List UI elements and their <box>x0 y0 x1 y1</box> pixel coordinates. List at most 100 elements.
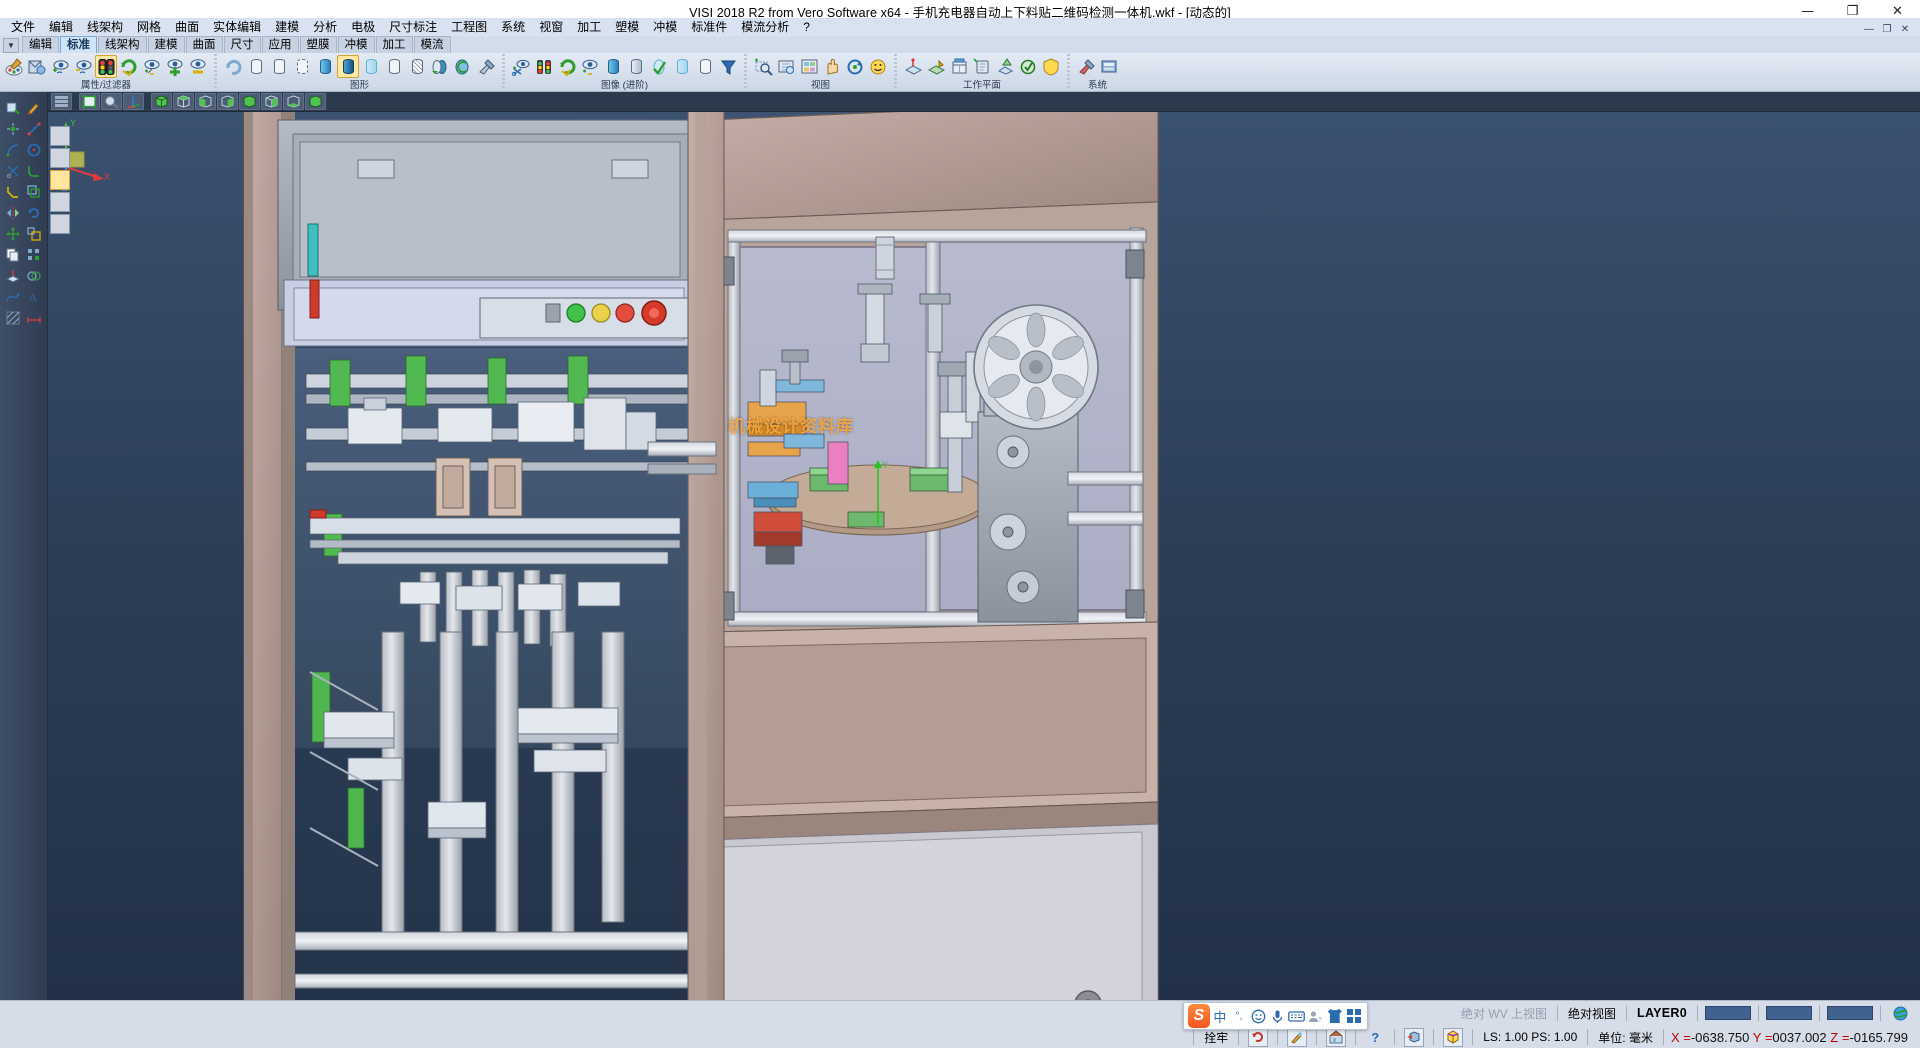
mdi-minimize-button[interactable]: — <box>1862 24 1876 35</box>
axis-icon[interactable] <box>123 93 144 110</box>
ime-skin-icon[interactable] <box>1326 1006 1344 1026</box>
wireframe-shade-icon[interactable] <box>245 55 267 78</box>
view-right-icon[interactable] <box>217 93 238 110</box>
ime-voice-icon[interactable] <box>1268 1006 1286 1026</box>
line-icon[interactable] <box>24 119 43 138</box>
hide-entity-icon[interactable] <box>72 55 94 78</box>
view-iso-icon[interactable] <box>151 93 172 110</box>
view-back-icon[interactable] <box>261 93 282 110</box>
snap-help-icon[interactable]: ? <box>1365 1028 1385 1047</box>
rotate-entity-icon[interactable] <box>24 203 43 222</box>
canvas-tool-1-icon[interactable] <box>50 126 70 146</box>
menu-electrode[interactable]: 电极 <box>344 19 382 36</box>
transparent-icon[interactable] <box>360 55 382 78</box>
show-entity-icon[interactable] <box>49 55 71 78</box>
ime-mode-label[interactable]: 中 <box>1211 1006 1229 1026</box>
menu-surface[interactable]: 曲面 <box>168 19 206 36</box>
fillet-icon[interactable] <box>24 161 43 180</box>
workplane-align-icon[interactable] <box>971 55 993 78</box>
view-top-icon[interactable] <box>173 93 194 110</box>
menu-edit[interactable]: 编辑 <box>42 19 80 36</box>
canvas-tool-2-icon[interactable] <box>50 148 70 168</box>
zoom-dynamic-icon[interactable] <box>101 93 122 110</box>
shade-mode-4-icon[interactable] <box>671 55 693 78</box>
menu-solid-edit[interactable]: 实体编辑 <box>206 19 268 36</box>
globe-icon[interactable] <box>1890 1004 1910 1023</box>
menu-modeling[interactable]: 建模 <box>268 19 306 36</box>
workplane-shield-icon[interactable] <box>1040 55 1062 78</box>
pan-icon[interactable] <box>821 55 843 78</box>
mdi-close-button[interactable]: ✕ <box>1898 24 1912 35</box>
workplane-define-icon[interactable] <box>902 55 924 78</box>
tab-surface[interactable]: 曲面 <box>186 36 223 53</box>
menu-help[interactable]: ? <box>796 19 817 36</box>
spline-icon[interactable] <box>3 287 22 306</box>
snap-magic-icon[interactable] <box>1287 1028 1307 1047</box>
copy-entity-icon[interactable] <box>3 245 22 264</box>
mdi-restore-button[interactable]: ❐ <box>1880 24 1894 35</box>
regen-icon[interactable] <box>222 55 244 78</box>
dynamic-shade-icon[interactable] <box>429 55 451 78</box>
workplane-reset-icon[interactable] <box>1017 55 1039 78</box>
snap-refresh-icon[interactable] <box>1248 1028 1268 1047</box>
rotate-view-icon[interactable] <box>844 55 866 78</box>
snap-cube-magenta-icon[interactable] <box>1443 1028 1463 1047</box>
tab-edit[interactable]: 编辑 <box>22 36 59 53</box>
intersect-icon[interactable] <box>24 266 43 285</box>
menu-wireframe[interactable]: 线架构 <box>80 19 130 36</box>
zoom-all-icon[interactable] <box>775 55 797 78</box>
toggle-visibility-icon[interactable] <box>141 55 163 78</box>
ime-user-icon[interactable]: ? <box>1307 1006 1325 1026</box>
menu-dimension[interactable]: 尺寸标注 <box>382 19 444 36</box>
circle-icon[interactable] <box>24 140 43 159</box>
view-shaded-icon[interactable] <box>305 93 326 110</box>
ime-toolbox-icon[interactable] <box>1345 1006 1363 1026</box>
smiley-view-icon[interactable] <box>867 55 889 78</box>
menu-file[interactable]: 文件 <box>4 19 42 36</box>
refresh-view-icon[interactable] <box>118 55 140 78</box>
filter-traffic-light-icon[interactable] <box>95 55 117 78</box>
ime-keyboard-icon[interactable] <box>1287 1006 1305 1026</box>
tab-flow[interactable]: 模流 <box>414 36 451 53</box>
tab-dimension[interactable]: 尺寸 <box>224 36 261 53</box>
move-entity-icon[interactable] <box>3 224 22 243</box>
ribbon-collapse-icon[interactable]: ▼ <box>3 38 19 53</box>
refresh-image-icon[interactable] <box>556 55 578 78</box>
text-icon[interactable]: A <box>24 287 43 306</box>
view-manager-icon[interactable] <box>798 55 820 78</box>
menu-progress-die[interactable]: 冲模 <box>646 19 684 36</box>
menu-system[interactable]: 系统 <box>494 19 532 36</box>
tab-die[interactable]: 冲模 <box>338 36 375 53</box>
shade-mode-2-icon[interactable] <box>625 55 647 78</box>
edit-entity-icon[interactable] <box>24 98 43 117</box>
hidden-line-icon[interactable] <box>268 55 290 78</box>
snap-cube-red-icon[interactable] <box>1404 1028 1424 1047</box>
shade-mode-5-icon[interactable] <box>694 55 716 78</box>
workplane-manager-icon[interactable] <box>925 55 947 78</box>
tab-wireframe[interactable]: 线架构 <box>98 36 147 53</box>
tab-standard[interactable]: 标准 <box>60 36 97 53</box>
chamfer-icon[interactable] <box>3 182 22 201</box>
menu-flow-analysis[interactable]: 模流分析 <box>734 19 796 36</box>
menu-mould[interactable]: 塑模 <box>608 19 646 36</box>
point-icon[interactable] <box>3 119 22 138</box>
scale-entity-icon[interactable] <box>24 224 43 243</box>
snap-house-icon[interactable] <box>1326 1028 1346 1047</box>
project-icon[interactable] <box>3 266 22 285</box>
section-icon[interactable] <box>406 55 428 78</box>
ime-emoji-icon[interactable] <box>1249 1006 1267 1026</box>
workplane-origin-icon[interactable] <box>948 55 970 78</box>
layer-list-icon[interactable] <box>51 93 72 110</box>
tab-machining[interactable]: 加工 <box>376 36 413 53</box>
hidden-line-dashed-icon[interactable] <box>291 55 313 78</box>
shade-icon[interactable] <box>314 55 336 78</box>
show-all-icon[interactable] <box>164 55 186 78</box>
workplane-list-icon[interactable] <box>994 55 1016 78</box>
measure-icon[interactable] <box>24 308 43 327</box>
hatch-icon[interactable] <box>3 308 22 327</box>
menu-window[interactable]: 视窗 <box>532 19 570 36</box>
menu-machining[interactable]: 加工 <box>570 19 608 36</box>
menu-mesh[interactable]: 网格 <box>130 19 168 36</box>
menu-standard-parts[interactable]: 标准件 <box>684 19 734 36</box>
zoom-window-icon[interactable] <box>752 55 774 78</box>
